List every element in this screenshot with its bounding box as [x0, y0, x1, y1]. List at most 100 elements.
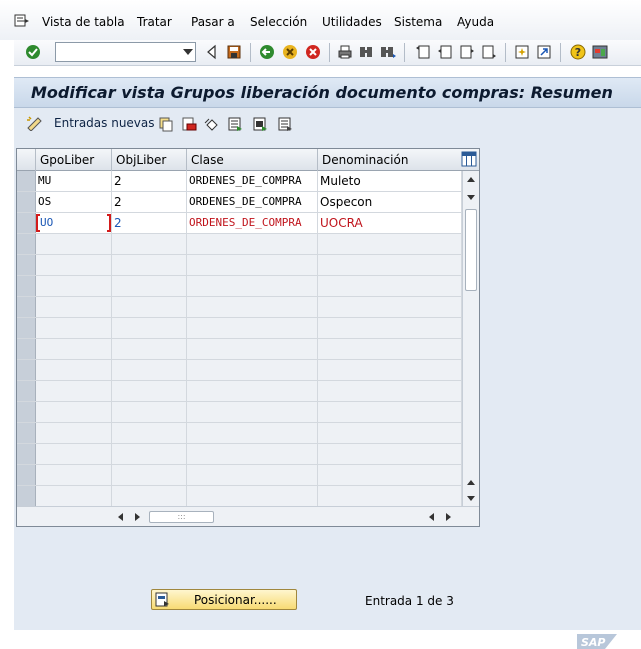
- table-cell-clase[interactable]: [187, 276, 318, 296]
- table-cell-denom[interactable]: [318, 486, 462, 506]
- row-selector[interactable]: [17, 381, 36, 401]
- select-block-icon[interactable]: [252, 116, 268, 132]
- table-cell-obj[interactable]: [112, 318, 187, 338]
- undo-change-icon[interactable]: [204, 116, 220, 132]
- row-selector[interactable]: [17, 402, 36, 422]
- table-cell-denom[interactable]: UOCRA: [318, 213, 462, 233]
- row-selector[interactable]: [17, 297, 36, 317]
- scroll-up-icon[interactable]: [467, 177, 475, 182]
- select-all-icon[interactable]: [227, 116, 243, 132]
- table-cell-denom[interactable]: [318, 297, 462, 317]
- table-cell-denom[interactable]: [318, 255, 462, 275]
- print-icon[interactable]: [337, 44, 353, 60]
- page-down-icon[interactable]: [467, 195, 475, 200]
- column-header-gpoliber[interactable]: GpoLiber: [36, 149, 112, 171]
- table-cell-gpo[interactable]: [36, 444, 112, 464]
- table-cell-obj[interactable]: [112, 486, 187, 506]
- new-entries-button[interactable]: Entradas nuevas: [26, 115, 155, 131]
- back-triangle-icon[interactable]: [204, 44, 220, 60]
- save-icon[interactable]: [226, 44, 242, 60]
- table-cell-gpo[interactable]: [36, 318, 112, 338]
- table-cell-obj[interactable]: 2: [112, 213, 187, 233]
- row-selector[interactable]: [17, 444, 36, 464]
- table-cell-clase[interactable]: [187, 234, 318, 254]
- chevron-down-icon[interactable]: [183, 49, 193, 55]
- row-selector[interactable]: [17, 339, 36, 359]
- table-cell-denom[interactable]: [318, 444, 462, 464]
- table-cell-clase[interactable]: [187, 381, 318, 401]
- table-cell-denom[interactable]: Muleto: [318, 171, 462, 191]
- scroll-down-icon[interactable]: [467, 496, 475, 501]
- column-header-denominacion[interactable]: Denominación: [318, 149, 461, 171]
- table-cell-denom[interactable]: Ospecon: [318, 192, 462, 212]
- table-cell-clase[interactable]: ORDENES_DE_COMPRA: [187, 213, 318, 233]
- table-cell-gpo[interactable]: [36, 276, 112, 296]
- table-cell-clase[interactable]: [187, 444, 318, 464]
- table-cell-obj[interactable]: [112, 297, 187, 317]
- table-cell-clase[interactable]: [187, 339, 318, 359]
- table-cell-obj[interactable]: [112, 339, 187, 359]
- copy-as-icon[interactable]: [158, 116, 174, 132]
- row-selector[interactable]: [17, 255, 36, 275]
- table-cell-gpo[interactable]: [36, 465, 112, 485]
- table-cell-clase[interactable]: [187, 402, 318, 422]
- row-selector[interactable]: [17, 192, 36, 212]
- position-button[interactable]: Posicionar......: [151, 589, 297, 610]
- horizontal-scrollbar[interactable]: :::: [17, 506, 479, 526]
- table-cell-denom[interactable]: [318, 402, 462, 422]
- table-cell-obj[interactable]: [112, 234, 187, 254]
- table-cell-denom[interactable]: [318, 276, 462, 296]
- back-icon[interactable]: [259, 44, 275, 60]
- vertical-scrollbar[interactable]: [462, 171, 479, 506]
- table-cell-clase[interactable]: [187, 255, 318, 275]
- row-selector[interactable]: [17, 360, 36, 380]
- table-cell-obj[interactable]: [112, 381, 187, 401]
- table-cell-obj[interactable]: [112, 402, 187, 422]
- menu-vista-de-tabla[interactable]: Vista de tabla: [42, 15, 125, 29]
- table-cell-clase[interactable]: [187, 486, 318, 506]
- table-cell-gpo[interactable]: [36, 234, 112, 254]
- select-all-rows-button[interactable]: [17, 149, 36, 171]
- table-cell-obj[interactable]: [112, 360, 187, 380]
- table-cell-clase[interactable]: [187, 318, 318, 338]
- menu-sistema[interactable]: Sistema: [394, 15, 442, 29]
- table-cell-clase[interactable]: [187, 297, 318, 317]
- table-cell-gpo[interactable]: [36, 297, 112, 317]
- column-header-clase[interactable]: Clase: [187, 149, 318, 171]
- scroll-left-end-icon[interactable]: [429, 513, 434, 521]
- table-cell-gpo[interactable]: [36, 339, 112, 359]
- row-selector[interactable]: [17, 171, 36, 191]
- table-cell-obj[interactable]: [112, 465, 187, 485]
- menu-tratar[interactable]: Tratar: [137, 15, 172, 29]
- scroll-right-icon[interactable]: [135, 513, 140, 521]
- customize-layout-icon[interactable]: [592, 44, 608, 60]
- table-cell-denom[interactable]: [318, 381, 462, 401]
- table-cell-gpo[interactable]: [36, 423, 112, 443]
- table-cell-denom[interactable]: [318, 318, 462, 338]
- column-header-objliber[interactable]: ObjLiber: [112, 149, 187, 171]
- table-cell-gpo[interactable]: [36, 360, 112, 380]
- table-cell-gpo[interactable]: [36, 486, 112, 506]
- system-menu-icon[interactable]: [14, 14, 30, 28]
- row-selector[interactable]: [17, 486, 36, 506]
- row-selector[interactable]: [17, 213, 36, 233]
- table-cell-denom[interactable]: [318, 423, 462, 443]
- command-field[interactable]: [55, 42, 196, 62]
- table-cell-obj[interactable]: [112, 255, 187, 275]
- table-cell-gpo[interactable]: [36, 402, 112, 422]
- horizontal-scroll-thumb[interactable]: :::: [149, 511, 214, 523]
- table-cell-denom[interactable]: [318, 339, 462, 359]
- table-cell-obj[interactable]: [112, 276, 187, 296]
- next-page-icon[interactable]: [459, 44, 475, 60]
- last-page-icon[interactable]: [481, 44, 497, 60]
- cancel-icon[interactable]: [305, 44, 321, 60]
- table-cell-denom[interactable]: [318, 360, 462, 380]
- menu-seleccion[interactable]: Selección: [250, 15, 307, 29]
- table-cell-obj[interactable]: 2: [112, 192, 187, 212]
- first-page-icon[interactable]: [415, 44, 431, 60]
- row-selector[interactable]: [17, 423, 36, 443]
- menu-utilidades[interactable]: Utilidades: [322, 15, 382, 29]
- create-session-icon[interactable]: [514, 44, 530, 60]
- table-cell-clase[interactable]: [187, 465, 318, 485]
- previous-page-icon[interactable]: [437, 44, 453, 60]
